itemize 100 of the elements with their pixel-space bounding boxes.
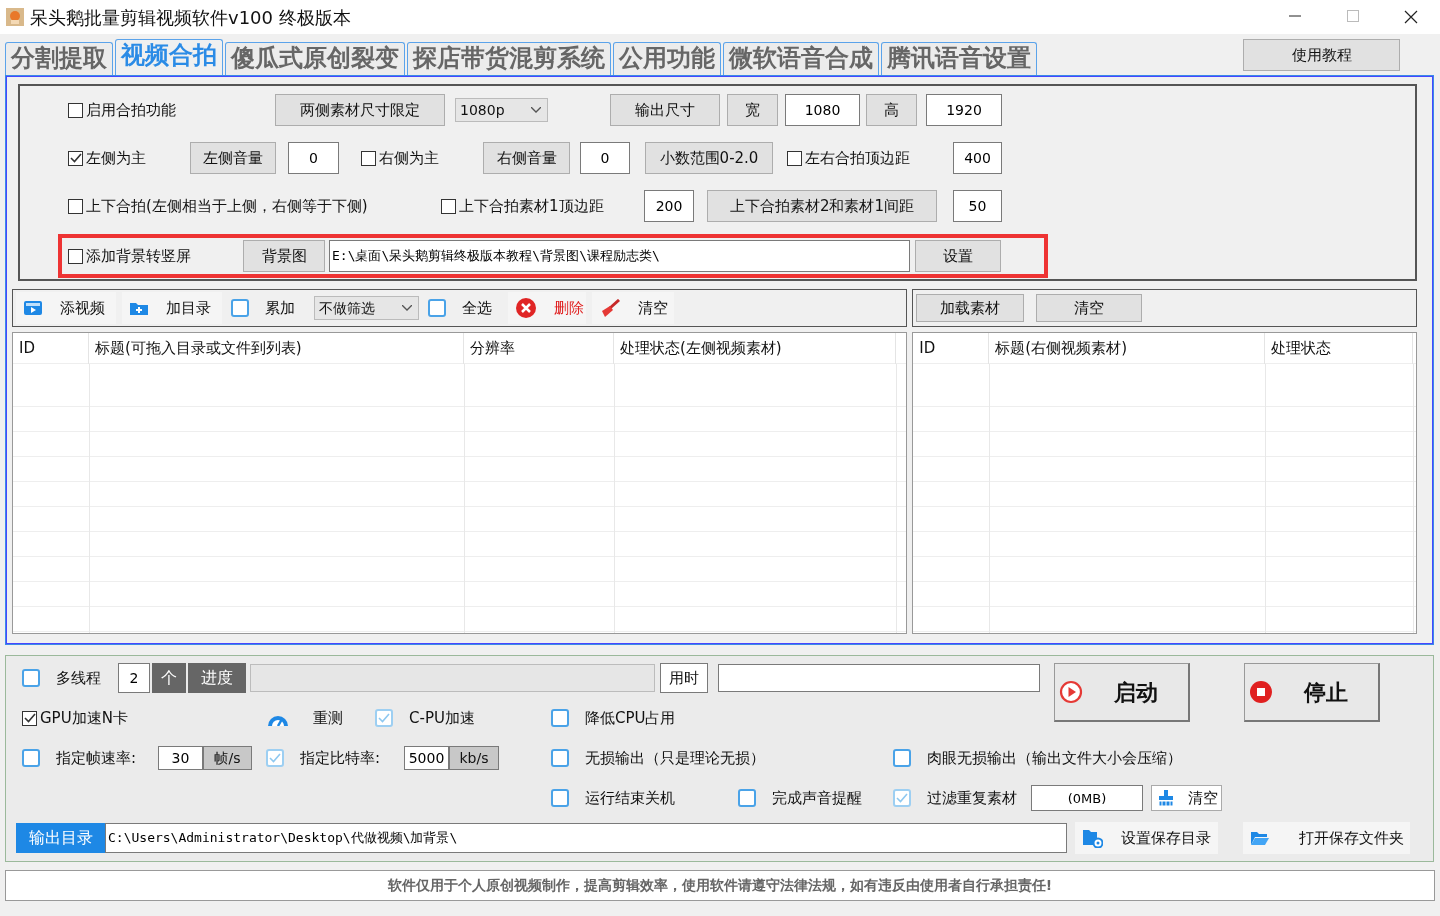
field-label: 个 [152,663,186,693]
tab[interactable]: 分割提取 [5,42,113,75]
action-button[interactable]: 设置保存目录 [1075,822,1218,854]
text-field[interactable]: 0 [580,142,630,174]
action-button[interactable]: 右侧音量 [483,142,570,174]
column-header: 处理状态(左侧视频素材) [614,333,896,364]
video-icon [24,300,42,316]
tutorial-button[interactable]: 使用教程 [1243,39,1400,71]
checkbox[interactable] [22,710,37,726]
checkbox[interactable] [231,299,249,317]
action-button[interactable]: 左侧音量 [190,142,276,174]
folder-icon [1251,831,1269,845]
checkbox[interactable] [22,749,40,767]
checkbox[interactable] [441,198,456,214]
action-button[interactable]: 打开保存文件夹 [1243,822,1410,854]
field-label: 用时 [660,663,708,693]
text-field[interactable]: 0 [288,142,339,174]
column-header: ID [13,333,89,364]
app-icon [6,8,24,26]
column-header: ID [913,333,990,364]
check-icon [378,713,390,723]
checkbox[interactable] [738,789,756,807]
tab[interactable]: 公用功能 [613,42,721,75]
text-field[interactable]: 2 [118,663,150,693]
text-field[interactable]: 400 [953,142,1002,174]
column-header: 标题(右侧视频素材) [989,333,1266,364]
action-button[interactable]: 高 [866,94,917,126]
tab[interactable]: 腾讯语音设置 [881,42,1037,75]
close-icon [516,298,536,318]
action-button[interactable]: 输出尺寸 [610,94,720,126]
column-header: 分辨率 [464,333,614,364]
tab[interactable]: 傻瓜式原创裂变 [225,42,405,75]
action-button[interactable]: 上下合拍素材2和素材1间距 [707,190,937,222]
unit-label: kb/s [449,746,499,770]
checkbox[interactable] [68,198,83,214]
dropdown[interactable]: 不做筛选 [314,296,419,320]
checkbox[interactable] [68,248,83,264]
checkbox-label: 全选 [462,297,492,319]
checkbox[interactable] [68,102,83,118]
checkbox-label: 累加 [265,297,295,319]
checkbox[interactable] [787,150,802,166]
action-button[interactable]: 停止 [1244,663,1380,722]
text-field[interactable]: 1080 [785,94,860,126]
checkbox-label: 指定帧速率: [56,747,137,769]
action-button[interactable]: 宽 [727,94,778,126]
checkbox[interactable] [893,749,911,767]
field-label: 进度 [188,663,246,693]
column-header: 处理状态 [1265,333,1414,364]
disclaimer-text: 软件仅用于个人原创视频制作，提高剪辑效率，使用软件请遵守法律法规，如有违反由使用者自行承担责任! [5,870,1435,901]
tab[interactable]: 探店带货混剪系统 [407,42,611,75]
action-button[interactable]: 启动 [1054,663,1190,722]
text-field[interactable]: (0MB) [1031,785,1143,811]
action-button[interactable]: 清空 [592,292,674,324]
checkbox-label: 运行结束关机 [585,787,675,809]
column-header: 标题(可拖入目录或文件到列表) [89,333,464,364]
check-icon [269,753,281,763]
action-button[interactable]: 删除 [508,292,586,324]
checkbox-label: 右侧为主 [379,147,439,169]
checkbox-label: GPU加速N卡 [40,707,128,729]
check-icon [23,713,36,723]
checkbox-label: 多线程 [56,667,101,689]
action-button[interactable]: 小数范围0-2.0 [645,142,773,174]
caret-icon [531,107,541,113]
action-button[interactable]: 加载素材 [916,294,1025,322]
maximize-icon[interactable] [1347,10,1359,22]
action-button[interactable]: 清空 [1151,785,1222,811]
text-field[interactable]: E:\桌面\呆头鹅剪辑终极版本教程\背景图\课程励志类\ [329,240,910,272]
checkbox-label: 上下合拍素材1顶边距 [459,195,604,217]
checkbox[interactable] [68,150,83,166]
checkbox[interactable] [551,789,569,807]
text-field[interactable]: 200 [644,190,694,222]
action-button[interactable]: 两侧素材尺寸限定 [275,94,445,126]
checkbox-label: 上下合拍(左侧相当于上侧，右侧等于下侧) [86,195,368,217]
action-button[interactable]: 加目录 [122,292,222,324]
stop-icon [1249,680,1273,704]
unit-label: 帧/s [203,746,252,770]
checkbox-label: 无损输出（只是理论无损） [585,747,765,769]
action-button[interactable]: 添视频 [16,292,116,324]
checkbox[interactable] [551,749,569,767]
text-field[interactable]: 5000 [404,746,449,770]
dropdown[interactable]: 1080p [455,98,548,122]
text-label: 重测 [313,707,343,729]
action-button[interactable]: 设置 [915,240,1001,272]
text-field[interactable]: 30 [158,746,203,770]
action-button[interactable]: 清空 [1036,294,1143,322]
checkbox[interactable] [361,150,376,166]
text-field[interactable]: C:\Users\Administrator\Desktop\代做视频\加背景\ [105,823,1067,853]
checkbox[interactable] [22,669,40,687]
text-field[interactable]: 50 [953,190,1002,222]
tab[interactable]: 微软语音合成 [723,42,879,75]
check-icon [69,153,82,163]
checkbox-label: C-PU加速 [409,707,475,729]
checkbox[interactable] [551,709,569,727]
text-field[interactable] [718,664,1040,692]
text-field[interactable]: 1920 [926,94,1002,126]
caret-icon [402,305,412,311]
action-button[interactable]: 背景图 [243,240,325,272]
checkbox[interactable] [428,299,446,317]
close-icon[interactable] [1404,10,1418,24]
field-label: 输出目录 [16,823,105,853]
